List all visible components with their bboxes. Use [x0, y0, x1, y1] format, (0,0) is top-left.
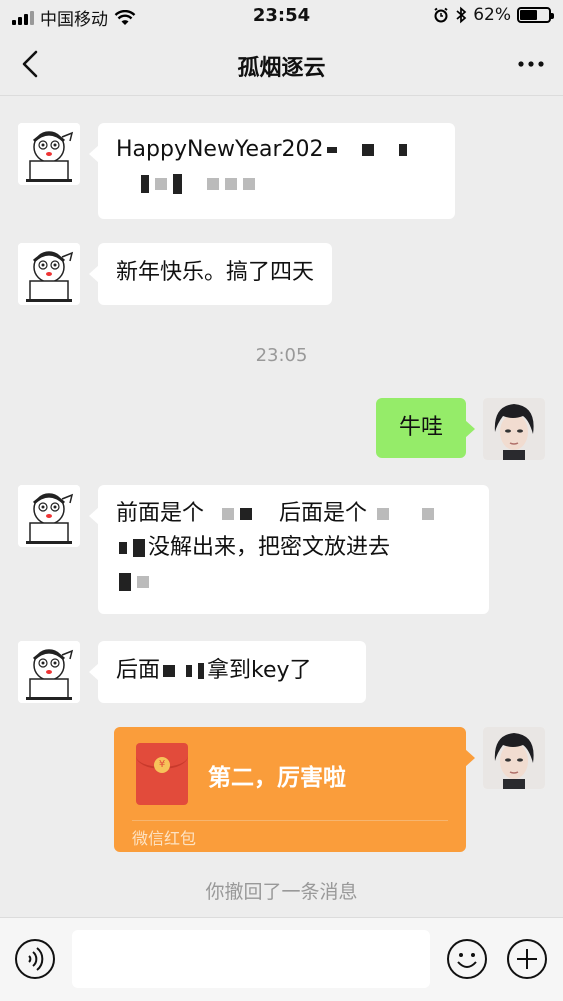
message-text: 没解出来，把密文放进去 [148, 535, 391, 560]
bluetooth-icon [456, 6, 467, 24]
more-options-icon[interactable] [515, 50, 547, 78]
contact-avatar[interactable] [18, 485, 80, 547]
my-message-bubble[interactable]: 牛哇 [376, 398, 475, 458]
battery-icon [517, 7, 554, 23]
chat-title: 孤烟逐云 [237, 56, 326, 81]
red-envelope-icon: ¥ [136, 743, 188, 805]
red-packet-label: 微信红包 [132, 829, 197, 848]
battery-percent: 62% [473, 5, 511, 25]
input-bar [0, 917, 563, 1001]
status-right: 62% [433, 5, 554, 25]
chat-area[interactable]: HappyNewYear202 新年快乐。搞了四天 23:05 牛哇 前面是个 … [0, 97, 563, 917]
message-text: 后面 [116, 658, 161, 683]
portrait-avatar-icon [483, 727, 545, 789]
red-packet-title: 第二，厉害啦 [208, 765, 346, 791]
recall-notice: 你撤回了一条消息 [205, 881, 358, 903]
status-bar: 中国移动 23:54 62% [0, 0, 563, 32]
emoji-icon[interactable] [446, 938, 488, 980]
red-packet-divider [132, 820, 448, 821]
voice-icon[interactable] [14, 938, 56, 980]
contact-avatar[interactable] [18, 641, 80, 703]
message-text: 前面是个 [116, 501, 205, 526]
contact-avatar[interactable] [18, 123, 80, 185]
coin-icon: ¥ [154, 757, 170, 773]
message-text: 牛哇 [398, 415, 443, 440]
alarm-icon [434, 7, 448, 23]
portrait-avatar-icon [483, 398, 545, 460]
message-text: HappyNewYear202 [116, 137, 324, 162]
cartoon-avatar-icon [18, 123, 80, 185]
cartoon-avatar-icon [18, 641, 80, 703]
battery-fill [520, 10, 538, 20]
nav-bar: 孤烟逐云 [0, 32, 563, 96]
message-text: 后面是个 [279, 501, 368, 526]
message-bubble[interactable]: HappyNewYear202 [89, 123, 455, 219]
my-avatar[interactable] [483, 398, 545, 460]
message-bubble[interactable]: 新年快乐。搞了四天 [88, 243, 333, 305]
contact-avatar[interactable] [18, 243, 80, 305]
message-text: 拿到key了 [207, 658, 312, 683]
message-bubble[interactable]: 前面是个 后面是个 没解出来，把密文放进去 [89, 485, 489, 614]
message-timestamp: 23:05 [255, 345, 308, 366]
message-text: 新年快乐。搞了四天 [116, 260, 315, 285]
red-packet[interactable]: ¥ 第二，厉害啦 微信红包 [114, 727, 475, 852]
cartoon-avatar-icon [18, 243, 80, 305]
my-avatar[interactable] [483, 727, 545, 789]
cartoon-avatar-icon [18, 485, 80, 547]
message-input[interactable] [72, 930, 430, 988]
message-bubble[interactable]: 后面 拿到key了 [89, 641, 366, 703]
plus-icon[interactable] [506, 938, 548, 980]
